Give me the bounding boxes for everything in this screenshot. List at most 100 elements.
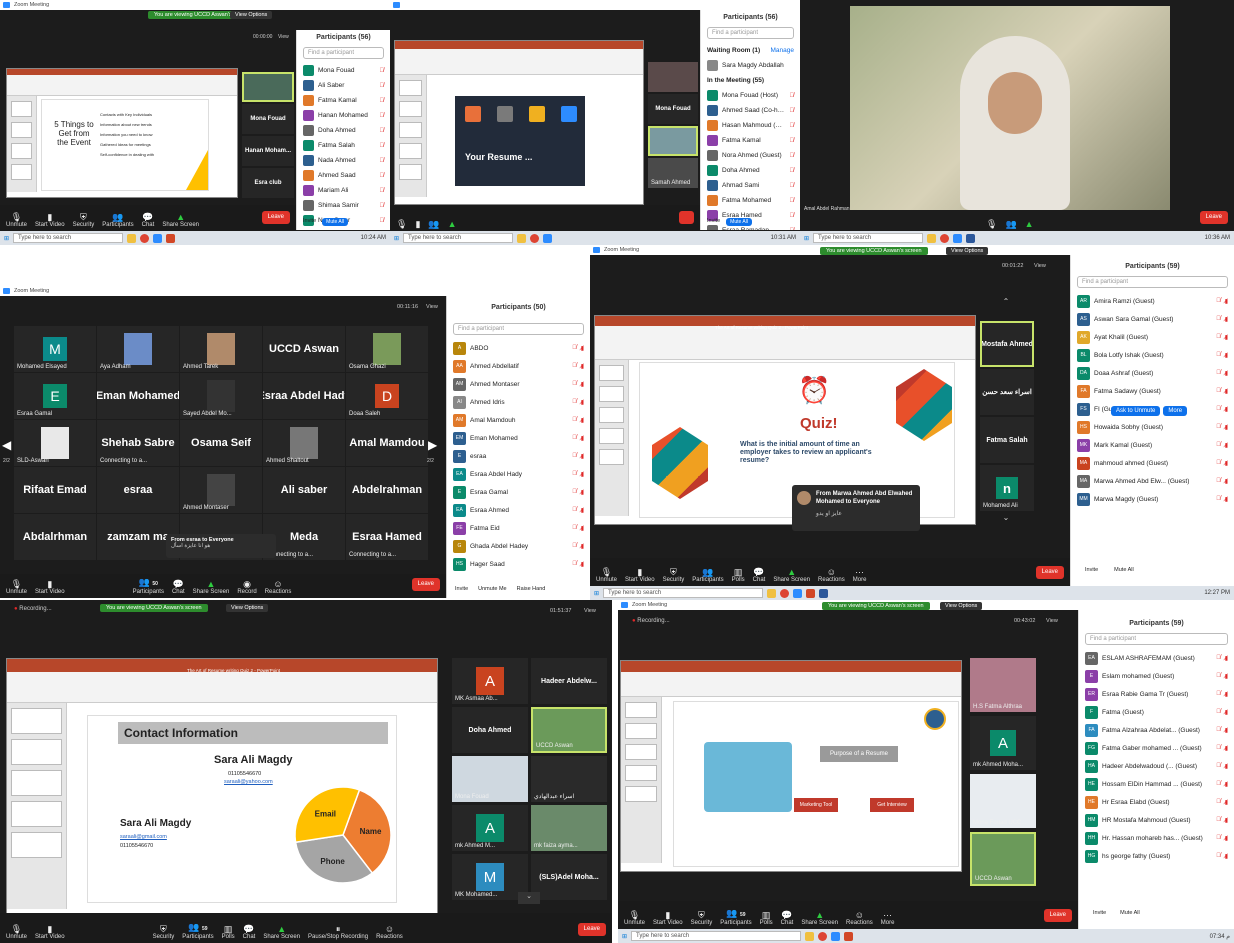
polls-button[interactable]: ▥ Polls — [222, 924, 235, 941]
chat-button[interactable]: 💬 Chat — [142, 212, 155, 229]
participant-row[interactable]: MK Mark Kamal (Guest) 🎙̸ ▮̸ — [1071, 436, 1234, 454]
participant-row[interactable]: EA Esraa Abdel Hady 🎙̸ ▮̸ — [447, 465, 590, 483]
participant-row[interactable]: DA Doaa Ashraf (Guest) 🎙̸ ▮̸ — [1071, 364, 1234, 382]
taskbar-search[interactable]: Type here to search — [603, 588, 764, 598]
leave-button[interactable]: Leave — [261, 211, 290, 224]
participant-row[interactable]: Hanan Mohamed 🎙̸ — [297, 108, 390, 123]
zoom-app-icon[interactable] — [831, 931, 841, 941]
participant-row[interactable]: Shimaa Samir 🎙̸ — [297, 198, 390, 213]
ask-to-unmute-button[interactable]: Ask to Unmute — [1111, 406, 1161, 416]
share-screen-button[interactable]: ▲ Share Screen — [162, 212, 199, 229]
gallery-tile[interactable]: Ahmed Montaser — [180, 467, 262, 513]
participant-row[interactable]: Mona Fouad 🎙̸ — [297, 63, 390, 78]
gallery-tile[interactable]: esraa — [97, 467, 179, 513]
windows-start-icon[interactable]: ⊞ — [622, 933, 627, 940]
participant-row[interactable]: Fatma Salah 🎙̸ — [297, 138, 390, 153]
leave-button[interactable]: Leave — [577, 923, 606, 936]
participant-row[interactable]: HM HR Mostafa Mahmoud (Guest) 🎙̸ ▮̸ — [1079, 811, 1234, 829]
zoom-app-icon[interactable] — [543, 233, 553, 243]
pause-recording-button[interactable]: ⏸ Pause/Stop Recording — [308, 924, 368, 941]
participants-button[interactable]: 👥 59 Participants — [720, 908, 751, 927]
gallery-tile[interactable]: Esraa Hamed Connecting to a... — [346, 514, 428, 560]
leave-button[interactable] — [678, 211, 694, 224]
raise-hand-button[interactable]: Raise Hand — [517, 586, 546, 592]
gallery-tile[interactable]: Doha Ahmed — [452, 707, 528, 753]
participant-row[interactable]: AM Amal Mamdouh 🎙̸ ▮̸ — [447, 411, 590, 429]
share-screen-button[interactable]: ▲ — [1025, 219, 1034, 229]
start-video-button[interactable]: ▮ Start Video — [35, 924, 65, 941]
participant-row[interactable]: Ahmed Saad 🎙̸ — [297, 168, 390, 183]
gallery-tile[interactable]: A MK Asmaa Ab... — [452, 658, 528, 704]
gallery-tile[interactable]: Osama Seif — [180, 420, 262, 466]
q1-active-speaker-tile[interactable] — [242, 72, 294, 102]
powerpoint-icon[interactable] — [844, 931, 854, 941]
q1-tile[interactable]: Mona Fouad — [242, 104, 294, 134]
gallery-tile[interactable]: E Esraa Gamal — [14, 373, 96, 419]
participant-row[interactable]: BL Bola Lotfy Ishak (Guest) 🎙̸ ▮̸ — [1071, 346, 1234, 364]
slide-thumbnails[interactable] — [395, 75, 428, 198]
gallery-tile[interactable]: Osama Ghazi — [346, 326, 428, 372]
participants-button[interactable]: 👥 Participants — [102, 212, 133, 229]
start-video-button[interactable]: ▮ Start Video — [35, 212, 65, 229]
q5-tile[interactable]: Fatma Salah — [980, 417, 1034, 463]
reactions-button[interactable]: ☺ Reactions — [846, 910, 873, 927]
more-button[interactable]: More — [1163, 406, 1188, 416]
gallery-tile[interactable]: Mona Fouad — [452, 756, 528, 802]
participant-row[interactable]: Ahmad Sami 🎙̸ — [701, 178, 800, 193]
mute-all-button[interactable]: Mute All — [1114, 567, 1134, 573]
zoom-app-icon[interactable] — [793, 588, 803, 598]
gallery-tile[interactable]: Mona Fouad UCC... — [970, 774, 1036, 828]
gallery-tile[interactable]: Ahmed Tarek — [180, 326, 262, 372]
participant-row[interactable]: Eesraa 🎙̸ ▮̸ — [447, 447, 590, 465]
gallery-tile[interactable]: M MK Mohamed... — [452, 854, 528, 900]
participants-button[interactable]: 👥 Participants — [692, 567, 723, 584]
chat-popup[interactable]: From esraa to Everyone هو انا عايزة اسأل — [166, 534, 276, 558]
participant-row[interactable]: AI Ahmed Idris 🎙̸ ▮̸ — [447, 393, 590, 411]
waiting-room-item[interactable]: Sara Magdy Abdallah — [701, 58, 800, 73]
gallery-tile[interactable]: SLD-Aswan — [14, 420, 96, 466]
participant-row[interactable]: A ABDO 🎙̸ ▮̸ — [447, 339, 590, 357]
manage-link[interactable]: Manage — [771, 47, 795, 54]
participant-search[interactable]: Find a participant — [1085, 633, 1228, 645]
unmute-me-button[interactable]: Unmute Me — [478, 586, 506, 592]
slide-thumbnails[interactable] — [621, 696, 662, 863]
windows-start-icon[interactable]: ⊞ — [4, 235, 9, 242]
participant-row[interactable]: HH Hr. Hassan mohareb has... (Guest) 🎙̸ ▮̸ — [1079, 829, 1234, 847]
zoom-app-icon[interactable] — [153, 233, 163, 243]
q6-view-options[interactable]: View Options — [226, 604, 269, 612]
unmute-button[interactable]: 🎙 — [396, 219, 407, 229]
gallery-tile[interactable]: Abdalrhman — [14, 514, 96, 560]
gallery-tile[interactable]: Hadeer Abdelw... — [531, 658, 607, 704]
unmute-button[interactable]: 🎙 Unmute — [596, 567, 617, 584]
reactions-button[interactable]: ☺ Reactions — [818, 567, 845, 584]
polls-button[interactable]: ▥ Polls — [732, 567, 745, 584]
q6-view-toggle[interactable]: View — [584, 608, 596, 614]
file-explorer-icon[interactable] — [517, 233, 527, 243]
participant-row[interactable]: AR Amira Ramzi (Guest) 🎙̸ ▮̸ — [1071, 292, 1234, 310]
word-icon[interactable] — [966, 233, 976, 243]
participant-row[interactable]: Doha Ahmed 🎙̸ — [701, 163, 800, 178]
participant-row[interactable]: Fatma Kamal 🎙̸ — [701, 133, 800, 148]
invite-button[interactable]: Invite — [1093, 910, 1106, 916]
reactions-button[interactable]: ☺ Reactions — [265, 579, 292, 596]
chrome-icon[interactable] — [530, 233, 540, 243]
slide-thumbnails[interactable] — [595, 359, 630, 516]
slide-thumbnails[interactable] — [7, 703, 68, 909]
prev-page-arrow[interactable]: ◀ — [2, 438, 11, 452]
q1-tile[interactable]: Hanan Moham... — [242, 136, 294, 166]
q7-view-options[interactable]: View Options — [940, 602, 983, 610]
participant-row[interactable]: AM Ahmed Montaser 🎙̸ ▮̸ — [447, 375, 590, 393]
participant-row[interactable]: Nora Ahmed (Guest) 🎙̸ — [701, 148, 800, 163]
word-icon[interactable] — [819, 588, 829, 598]
gallery-tile[interactable]: Abdelrahman — [346, 467, 428, 513]
chrome-icon[interactable] — [818, 931, 828, 941]
more-button[interactable]: ··· More — [881, 910, 895, 927]
q7-view-toggle[interactable]: View — [1046, 618, 1058, 624]
invite-button[interactable]: Invite — [1085, 567, 1098, 573]
start-video-button[interactable]: ▮ Start Video — [35, 579, 65, 596]
file-explorer-icon[interactable] — [127, 233, 137, 243]
participant-row[interactable]: AS Aswan Sara Gamal (Guest) 🎙̸ ▮̸ — [1071, 310, 1234, 328]
participant-row[interactable]: MA mahmoud ahmed (Guest) 🎙̸ ▮̸ — [1071, 454, 1234, 472]
gallery-tile[interactable]: Ali saber — [263, 467, 345, 513]
slide-thumbnails[interactable] — [7, 95, 37, 192]
